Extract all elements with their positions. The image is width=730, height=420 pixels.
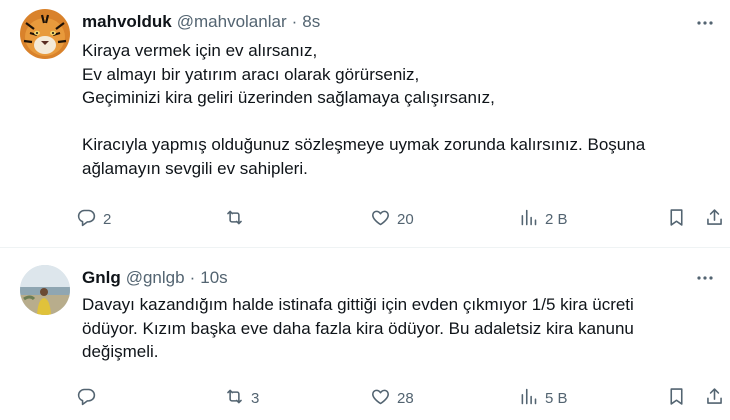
separator-dot: ·	[291, 12, 298, 31]
action-bar: 3 28 5 B	[76, 384, 726, 412]
views-icon	[518, 386, 539, 411]
share-icon	[704, 386, 725, 411]
view-count: 2 B	[545, 210, 568, 228]
share-button[interactable]	[704, 384, 725, 412]
like-count: 28	[397, 389, 414, 407]
separator-dot: ·	[189, 268, 196, 287]
retweet-icon	[224, 207, 245, 232]
avatar[interactable]	[20, 265, 70, 315]
action-bar: 2 20 2 B	[76, 205, 726, 233]
share-icon	[704, 207, 725, 232]
views-button[interactable]: 2 B	[518, 205, 568, 233]
tweet-text-line: değişmeli.	[82, 342, 159, 361]
user-handle[interactable]: @gnlgb	[126, 268, 185, 288]
view-count: 5 B	[545, 389, 568, 407]
retweet-button[interactable]: 3	[224, 384, 259, 412]
bookmark-icon	[666, 207, 687, 232]
tweet-header: Gnlg @gnlgb · 10s	[82, 267, 228, 289]
retweet-button[interactable]	[224, 205, 251, 233]
tweet-text-line: Geçiminizi kira geliri üzerinden sağlama…	[82, 88, 495, 107]
like-count: 20	[397, 210, 414, 228]
timestamp[interactable]: 10s	[200, 268, 227, 288]
bookmark-icon	[666, 386, 687, 411]
retweet-count: 3	[251, 389, 260, 407]
tweet-text-line: Ev almayı bir yatırım aracı olarak görür…	[82, 64, 420, 84]
tweet-text-line: ödüyor. Kızım başka eve daha fazla kira …	[82, 318, 634, 338]
tweet[interactable]: Gnlg @gnlgb · 10s Davayı kazandığım hald…	[0, 249, 730, 420]
tweet-text-line: Kiracıyla yapmış olduğunuz sözleşmeye uy…	[82, 135, 646, 154]
reply-icon	[76, 207, 97, 232]
views-button[interactable]: 5 B	[518, 384, 568, 412]
tweet-text: Kiraya vermek için ev alırsanız, Ev alma…	[82, 39, 722, 180]
tweet-text-line	[82, 110, 722, 134]
reply-icon	[76, 386, 97, 411]
reply-button[interactable]	[76, 384, 103, 412]
display-name[interactable]: Gnlg	[82, 268, 121, 288]
views-icon	[518, 207, 539, 232]
retweet-icon	[224, 386, 245, 411]
tweet-text-line: Kiraya vermek için ev alırsanız,	[82, 41, 318, 60]
display-name[interactable]: mahvolduk	[82, 12, 172, 32]
like-button[interactable]: 20	[370, 205, 414, 233]
tweet-text-line: Davayı kazandığım halde istinafa gittiği…	[82, 295, 634, 314]
more-icon[interactable]	[694, 12, 716, 34]
like-button[interactable]: 28	[370, 384, 414, 412]
timestamp[interactable]: 8s	[302, 12, 320, 32]
more-icon[interactable]	[694, 267, 716, 289]
tweet-header: mahvolduk @mahvolanlar · 8s	[82, 11, 320, 33]
tweet-text: Davayı kazandığım halde istinafa gittiği…	[82, 293, 722, 364]
user-handle[interactable]: @mahvolanlar	[177, 12, 287, 32]
bookmark-button[interactable]	[666, 384, 687, 412]
like-icon	[370, 207, 391, 232]
tweet-text-line: ağlamayın sevgili ev sahipleri.	[82, 158, 308, 178]
reply-count: 2	[103, 210, 112, 228]
share-button[interactable]	[704, 205, 725, 233]
avatar[interactable]	[20, 9, 70, 59]
bookmark-button[interactable]	[666, 205, 687, 233]
reply-button[interactable]: 2	[76, 205, 111, 233]
tweet[interactable]: mahvolduk @mahvolanlar · 8s Kiraya verme…	[0, 0, 730, 248]
like-icon	[370, 386, 391, 411]
